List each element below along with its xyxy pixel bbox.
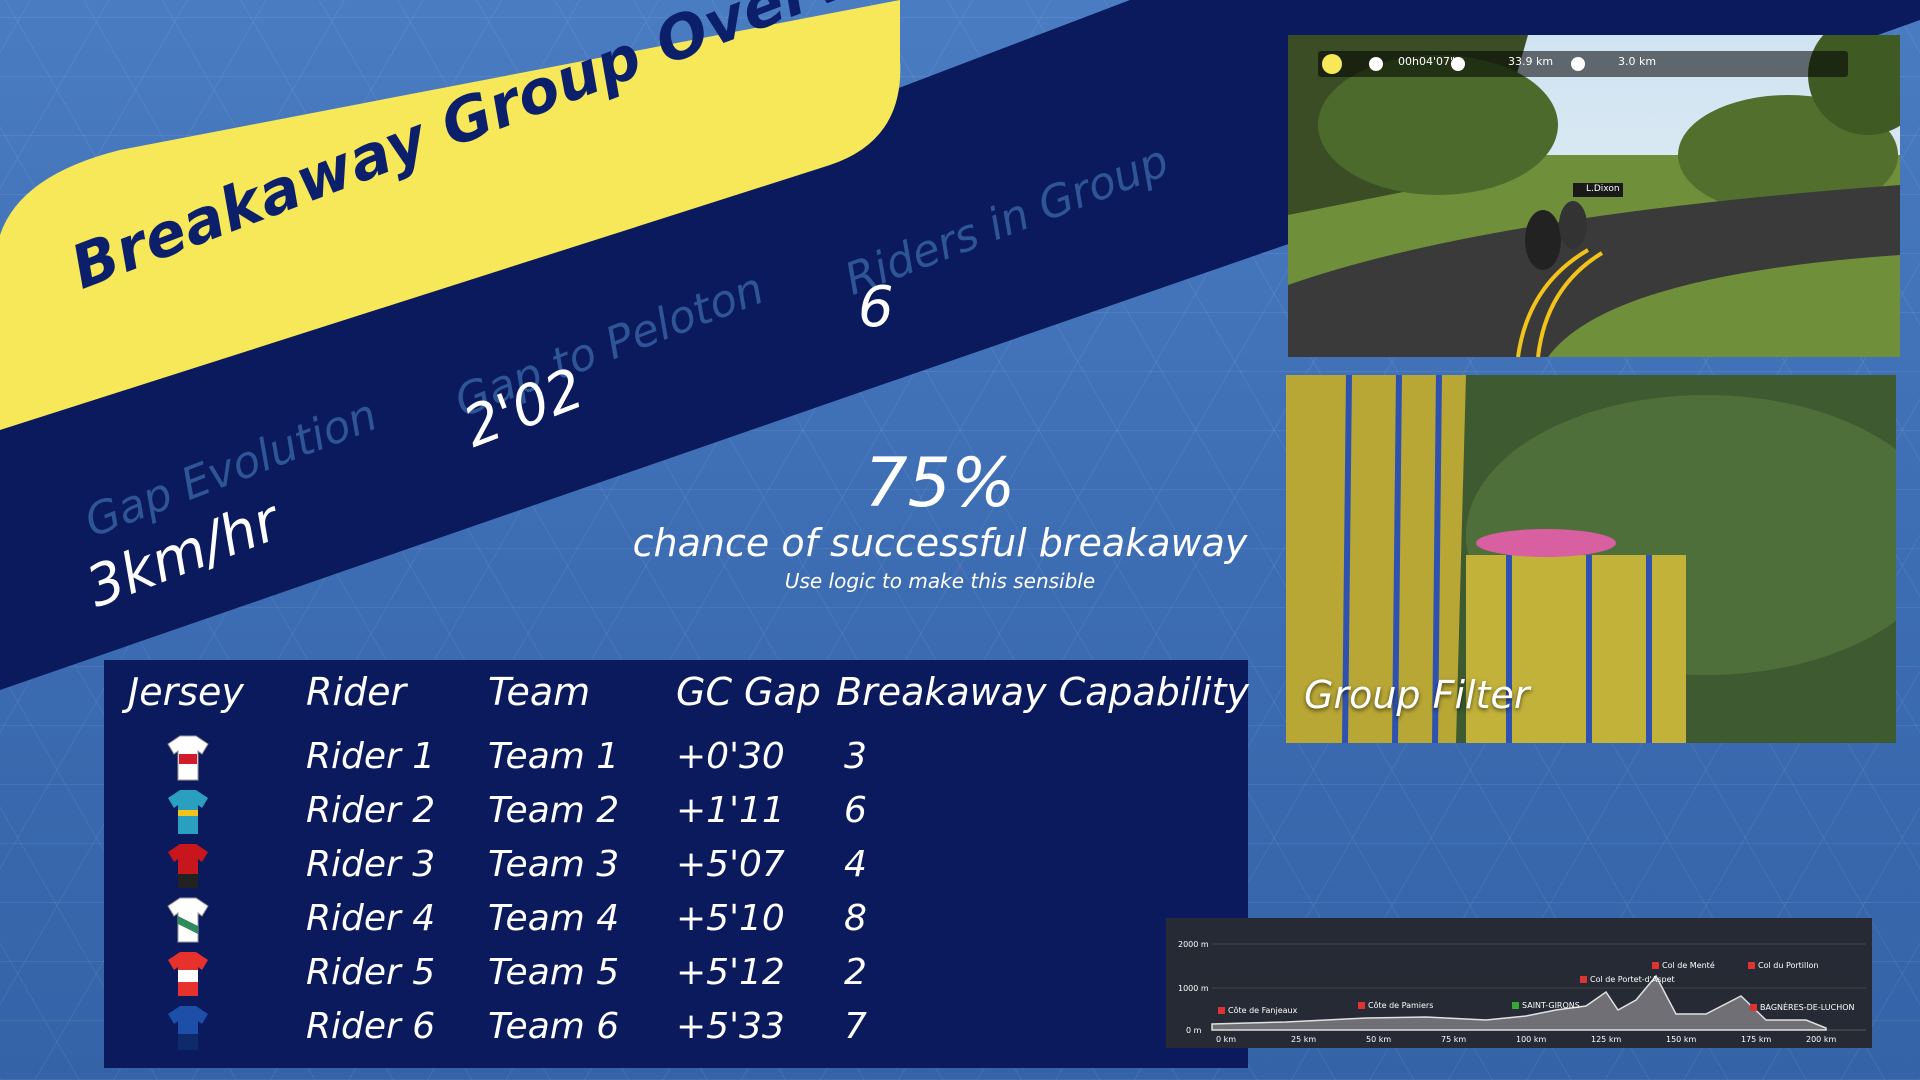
- title-banner: Breakaway Group Overview: [0, 0, 970, 440]
- jersey-icon: [168, 844, 208, 888]
- profile-x-tick: 0 km: [1216, 1035, 1236, 1044]
- climb-label: Col du Portillon: [1758, 961, 1818, 970]
- hud-remaining: 3.0 km: [1618, 55, 1657, 68]
- hud-time: 00h04'07": [1398, 55, 1456, 68]
- jersey-icon: [168, 1006, 208, 1050]
- gc-gap: +5'12: [676, 952, 785, 993]
- table-row: Rider 6 Team 6 +5'33 7: [104, 1002, 1248, 1056]
- riders-in-group-value: 6: [858, 275, 894, 340]
- jersey-icon: [167, 735, 209, 781]
- profile-x-tick: 125 km: [1591, 1035, 1621, 1044]
- climb-label: SAINT-GIRONS: [1522, 1001, 1580, 1010]
- table-row: Rider 2 Team 2 +1'11 6: [104, 786, 1248, 840]
- group-filter-label: Group Filter: [1304, 673, 1530, 717]
- rider-table: Jersey Rider Team GC Gap Breakaway Capab…: [104, 660, 1249, 1068]
- team-name: Team 1: [488, 736, 620, 777]
- profile-x-tick: 100 km: [1516, 1035, 1546, 1044]
- probability-note: Use logic to make this sensible: [784, 569, 1096, 593]
- group-filter-view[interactable]: Group Filter: [1286, 375, 1896, 743]
- gc-gap: +5'10: [676, 898, 785, 939]
- gc-gap: +1'11: [676, 790, 785, 831]
- capability: 4: [844, 844, 867, 885]
- header-team: Team: [488, 670, 591, 714]
- gc-gap: +5'07: [676, 844, 785, 885]
- team-name: Team 5: [488, 952, 620, 993]
- profile-y-tick: 1000 m: [1178, 984, 1209, 993]
- profile-x-tick: 175 km: [1741, 1035, 1771, 1044]
- capability: 8: [844, 898, 867, 939]
- table-row: Rider 5 Team 5 +5'12 2: [104, 948, 1248, 1002]
- breakaway-probability: 75% chance of successful breakaway Use l…: [620, 448, 1260, 596]
- profile-x-tick: 50 km: [1366, 1035, 1391, 1044]
- team-name: Team 6: [488, 1006, 620, 1047]
- profile-y-tick: 2000 m: [1178, 940, 1209, 949]
- climb-label: Col de Portet-d'Aspet: [1590, 975, 1675, 984]
- rider-tag: L.Dixon: [1586, 184, 1620, 194]
- jersey-icon: [168, 790, 208, 834]
- table-row: Rider 4 Team 4 +5'10 8: [104, 894, 1248, 948]
- jersey-icon: [167, 897, 209, 943]
- probability-percent: 75%: [864, 444, 1016, 523]
- capability: 2: [844, 952, 867, 993]
- capability: 3: [844, 736, 867, 777]
- jersey-icon: [168, 952, 208, 996]
- profile-x-tick: 25 km: [1291, 1035, 1316, 1044]
- profile-y-tick: 0 m: [1186, 1026, 1202, 1035]
- rider-name: Rider 1: [306, 736, 436, 777]
- header-rider: Rider: [306, 670, 407, 714]
- profile-x-tick: 200 km: [1806, 1035, 1836, 1044]
- race-video-feed[interactable]: 00h04'07" 33.9 km 3.0 km L.Dixon: [1288, 35, 1900, 357]
- rider-name: Rider 2: [306, 790, 436, 831]
- climb-label: Col de Menté: [1662, 960, 1715, 970]
- table-row: Rider 1 Team 1 +0'30 3: [104, 732, 1248, 786]
- stage-profile: 2000 m 1000 m 0 m 0 km 25 km 50 km 75 km…: [1166, 918, 1872, 1048]
- rider-name: Rider 5: [306, 952, 436, 993]
- hud-distance: 33.9 km: [1508, 55, 1554, 68]
- header-jersey: Jersey: [128, 670, 244, 714]
- team-name: Team 4: [488, 898, 620, 939]
- capability: 6: [844, 790, 867, 831]
- rider-name: Rider 4: [306, 898, 436, 939]
- gc-gap: +0'30: [676, 736, 785, 777]
- rider-name: Rider 6: [306, 1006, 436, 1047]
- rider-name: Rider 3: [306, 844, 436, 885]
- race-hud: 00h04'07" 33.9 km 3.0 km: [1318, 47, 1848, 83]
- gc-gap: +5'33: [676, 1006, 785, 1047]
- team-name: Team 2: [488, 790, 620, 831]
- team-name: Team 3: [488, 844, 620, 885]
- header-gc-gap: GC Gap: [676, 670, 821, 714]
- profile-x-tick: 150 km: [1666, 1035, 1696, 1044]
- table-row: Rider 3 Team 3 +5'07 4: [104, 840, 1248, 894]
- probability-text: chance of successful breakaway: [632, 521, 1248, 565]
- capability: 7: [844, 1006, 867, 1047]
- profile-x-tick: 75 km: [1441, 1035, 1466, 1044]
- climb-label: Côte de Pamiers: [1368, 1000, 1433, 1010]
- climb-label: BAGNÈRES-DE-LUCHON: [1760, 1001, 1855, 1012]
- race-scene-image: [1288, 35, 1900, 357]
- climb-label: Côte de Fanjeaux: [1228, 1005, 1298, 1015]
- header-capability: Breakaway Capability: [836, 670, 1249, 714]
